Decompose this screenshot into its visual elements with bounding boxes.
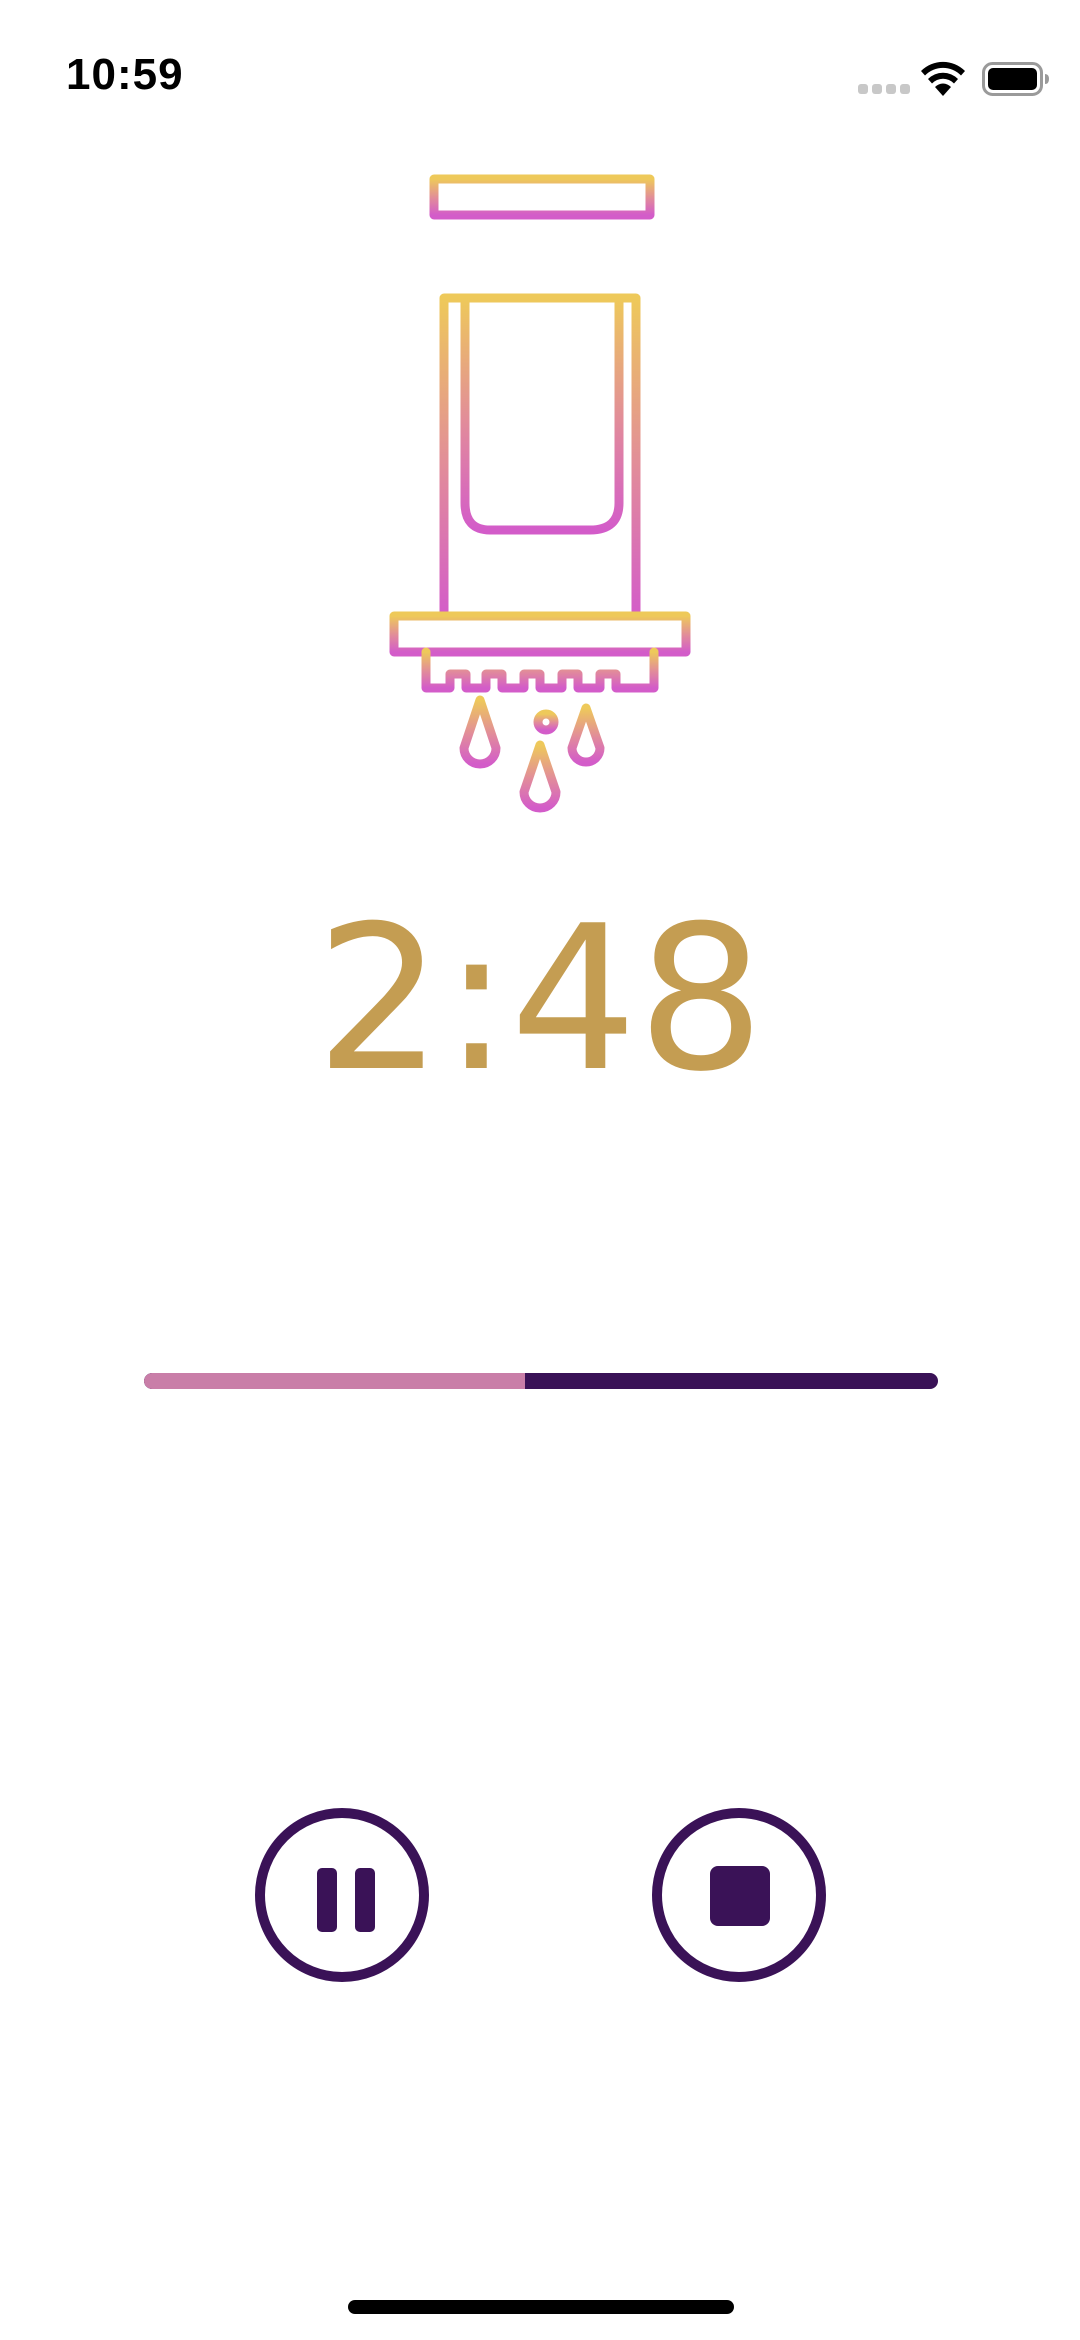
timer-display: 2:48 bbox=[315, 883, 765, 1116]
pause-button[interactable] bbox=[255, 1808, 429, 1982]
home-indicator[interactable] bbox=[348, 2300, 734, 2314]
status-time: 10:59 bbox=[66, 50, 184, 99]
pause-icon bbox=[317, 1868, 375, 1932]
stop-icon bbox=[710, 1866, 770, 1926]
wifi-icon bbox=[921, 61, 965, 96]
stop-button[interactable] bbox=[652, 1808, 826, 1982]
progress-bar bbox=[144, 1373, 938, 1389]
progress-fill bbox=[144, 1373, 526, 1389]
status-bar: 10:59 bbox=[0, 0, 1080, 150]
battery-icon bbox=[982, 62, 1049, 96]
aeropress-icon bbox=[371, 174, 710, 813]
cellular-signal-icon bbox=[858, 84, 910, 94]
